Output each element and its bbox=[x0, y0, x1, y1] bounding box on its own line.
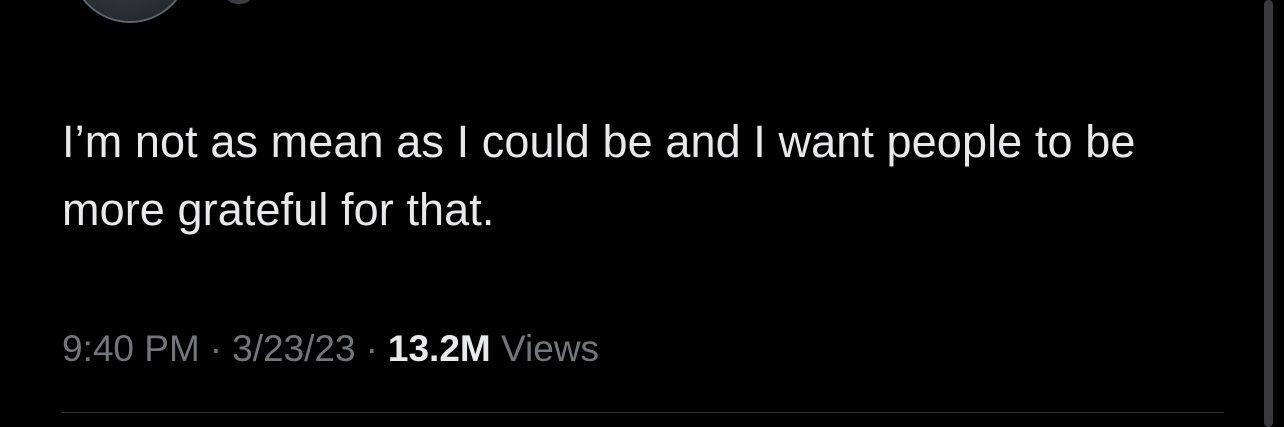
separator-dot: · bbox=[365, 328, 378, 369]
tweet-time[interactable]: 9:40 PM bbox=[62, 328, 200, 369]
avatar[interactable] bbox=[72, 0, 188, 21]
tweet-date[interactable]: 3/23/23 bbox=[232, 328, 355, 369]
author-handle-fragment[interactable] bbox=[228, 0, 250, 4]
tweet-detail: I’m not as mean as I could be and I want… bbox=[0, 0, 1284, 427]
separator-dot: · bbox=[209, 328, 223, 369]
tweet-metadata: 9:40 PM · 3/23/23 · 13.2M Views bbox=[62, 324, 599, 374]
views-count[interactable]: 13.2M bbox=[388, 328, 491, 369]
scrollbar[interactable] bbox=[1264, 0, 1273, 427]
divider bbox=[62, 412, 1224, 413]
tweet-text: I’m not as mean as I could be and I want… bbox=[62, 116, 1136, 235]
views-label[interactable]: Views bbox=[501, 328, 599, 369]
